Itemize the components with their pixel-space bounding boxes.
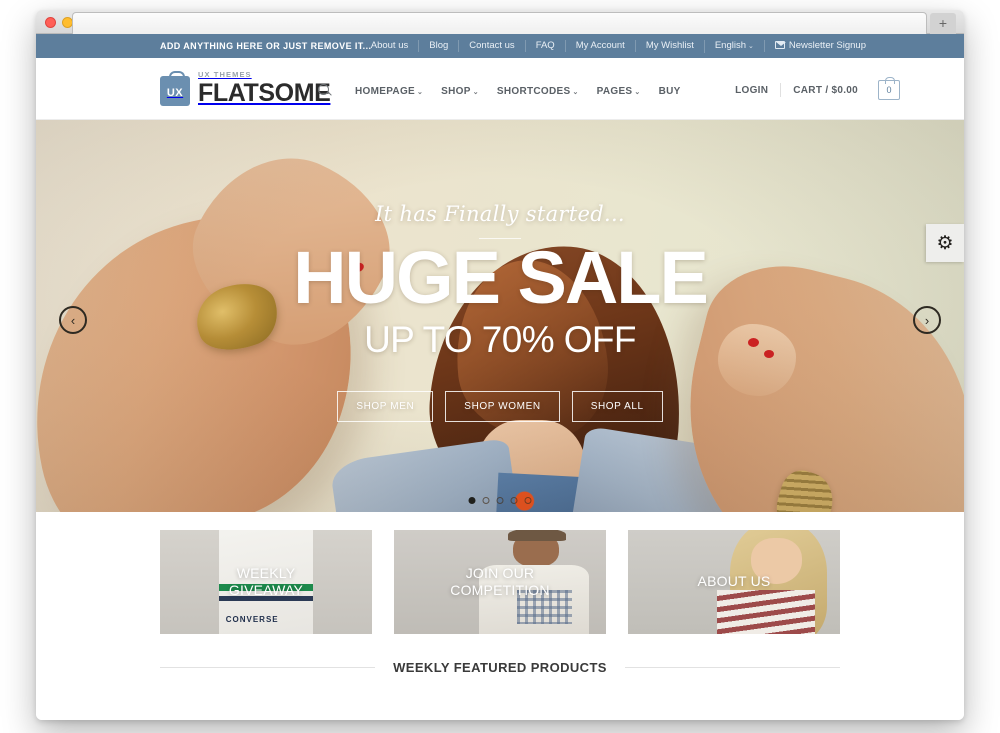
topbar-link-faq[interactable]: FAQ (524, 40, 565, 52)
topbar-link-my-wishlist[interactable]: My Wishlist (634, 40, 704, 52)
browser-chrome-bar: + (36, 10, 964, 34)
new-tab-button[interactable]: + (930, 13, 956, 34)
gear-icon: ⚙ (936, 232, 954, 254)
hero-cta-group: SHOP MEN SHOP WOMEN SHOP ALL (337, 391, 663, 423)
topbar-link-contact-us[interactable]: Contact us (458, 40, 524, 52)
nav-item-buy[interactable]: BUY (650, 86, 690, 97)
promo-banner-row: CONVERSE WEEKLY GIVEAWAY JOIN OUR COMPET… (36, 512, 964, 634)
browser-tab[interactable] (72, 12, 927, 34)
browser-window: + ADD ANYTHING HERE OR JUST REMOVE IT...… (36, 10, 964, 720)
nav-item-pages[interactable]: PAGES ⌄ (588, 86, 650, 97)
hero-script-line: It has Finally started... (375, 202, 625, 226)
login-link[interactable]: LOGIN (723, 85, 780, 96)
logo-subtitle: UX THEMES (198, 70, 252, 79)
topbar-language-selector[interactable]: English ⌄ (703, 39, 764, 53)
hero-slider: It has Finally started... HUGE SALE UP T… (36, 120, 964, 512)
topbar-link-about-us[interactable]: About us (361, 40, 419, 52)
chevron-down-icon: ⌄ (748, 42, 754, 50)
promo-join-competition[interactable]: JOIN OUR COMPETITION (394, 530, 606, 634)
carousel-dot-3[interactable] (496, 497, 504, 504)
promo-label-weekly-giveaway: WEEKLY GIVEAWAY (228, 564, 304, 598)
hero-content: It has Finally started... HUGE SALE UP T… (36, 120, 964, 512)
header-actions: LOGIN CART / $0.00 0 (723, 77, 900, 100)
chevron-down-icon: ⌄ (572, 88, 579, 96)
main-navigation: HOMEPAGE ⌄ SHOP ⌄ SHORTCODES ⌄ PAGES ⌄ BUY (316, 82, 690, 100)
website-viewport: ADD ANYTHING HERE OR JUST REMOVE IT... A… (36, 34, 964, 720)
chevron-down-icon: ⌄ (472, 88, 479, 96)
nav-label-pages: PAGES (596, 85, 633, 97)
promo-label-join-competition: JOIN OUR COMPETITION (450, 564, 550, 598)
shop-men-button[interactable]: SHOP MEN (337, 391, 434, 423)
carousel-dot-5[interactable] (524, 497, 532, 504)
featured-title: WEEKLY FEATURED PRODUCTS (393, 660, 607, 675)
shopping-bag-logo-icon: UX (160, 70, 190, 106)
topbar-link-my-account[interactable]: My Account (564, 40, 635, 52)
nav-item-shortcodes[interactable]: SHORTCODES ⌄ (488, 86, 588, 97)
newsletter-label: Newsletter Signup (788, 40, 866, 51)
promo-weekly-giveaway[interactable]: CONVERSE WEEKLY GIVEAWAY (160, 530, 372, 634)
promo-about-us[interactable]: ABOUT US (628, 530, 840, 634)
chevron-down-icon: ⌄ (634, 88, 641, 96)
logo-text: UX THEMES FLATSOME (198, 70, 331, 107)
nav-label-shortcodes: SHORTCODES (496, 85, 571, 97)
shop-women-button[interactable]: SHOP WOMEN (445, 391, 560, 423)
topbar-link-blog[interactable]: Blog (418, 40, 458, 52)
heading-rule-right (624, 667, 840, 668)
close-window-button[interactable] (45, 17, 56, 28)
promo-label-about-us: ABOUT US (697, 573, 771, 590)
nav-label-shop: SHOP (441, 85, 471, 97)
logo-title: FLATSOME (198, 78, 331, 107)
hero-subheadline: UP TO 70% OFF (364, 319, 636, 361)
topbar-link-newsletter-signup[interactable]: Newsletter Signup (763, 40, 876, 52)
chevron-down-icon: ⌄ (417, 88, 424, 96)
language-label: English (714, 39, 747, 51)
hero-headline: HUGE SALE (293, 236, 709, 319)
topbar-nav: About us Blog Contact us FAQ My Account … (361, 39, 876, 53)
heading-rule-left (160, 667, 376, 668)
site-header: UX UX THEMES FLATSOME HOMEPAGE ⌄ SHOP ⌄ SH… (36, 58, 964, 120)
envelope-icon (774, 41, 786, 49)
topbar-promo-text: ADD ANYTHING HERE OR JUST REMOVE IT... (160, 41, 372, 51)
search-icon[interactable] (316, 82, 334, 100)
nav-label-homepage: HOMEPAGE (355, 85, 415, 97)
cart-link[interactable]: CART / $0.00 (781, 85, 870, 96)
tab-strip: + (72, 12, 964, 34)
cart-bag-icon[interactable]: 0 (878, 77, 900, 100)
site-logo[interactable]: UX UX THEMES FLATSOME (160, 70, 331, 107)
carousel-dot-2[interactable] (482, 497, 490, 504)
nav-item-shop[interactable]: SHOP ⌄ (432, 86, 488, 97)
featured-section-heading: WEEKLY FEATURED PRODUCTS (36, 660, 964, 675)
shop-all-button[interactable]: SHOP ALL (571, 391, 663, 423)
top-utility-bar: ADD ANYTHING HERE OR JUST REMOVE IT... A… (36, 34, 964, 58)
carousel-next-arrow-icon[interactable]: › (913, 306, 941, 334)
theme-settings-button[interactable]: ⚙ (926, 224, 964, 262)
carousel-dot-1[interactable] (468, 497, 476, 504)
nav-item-homepage[interactable]: HOMEPAGE ⌄ (346, 86, 432, 97)
carousel-prev-arrow-icon[interactable]: ‹ (59, 306, 87, 334)
carousel-dot-4[interactable] (510, 497, 518, 504)
carousel-dots (468, 497, 532, 504)
